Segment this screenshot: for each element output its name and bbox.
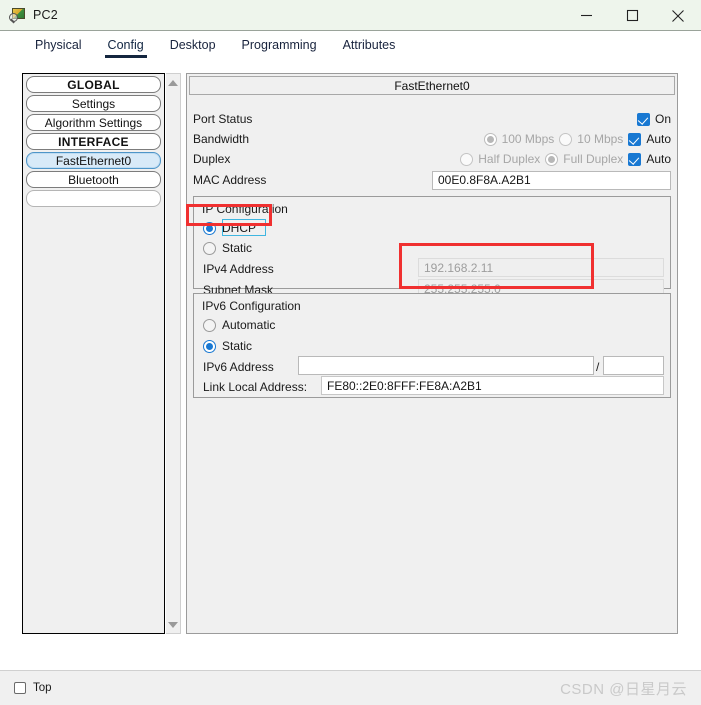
- port-status-row: Port Status On: [193, 109, 671, 129]
- tab-config[interactable]: Config: [95, 31, 157, 61]
- bandwidth-100mbps-option[interactable]: 100 Mbps: [483, 132, 555, 146]
- bandwidth-auto-checkbox[interactable]: [628, 132, 642, 146]
- mac-address-label: MAC Address: [193, 173, 267, 187]
- config-body: GLOBAL Settings Algorithm Settings INTER…: [0, 68, 701, 670]
- bandwidth-label: Bandwidth: [193, 132, 250, 146]
- bandwidth-10mbps-label: 10 Mbps: [577, 132, 624, 146]
- ip-configuration-title: IP Configuration: [202, 202, 288, 216]
- packet-tracer-device-window: PC2 Physical Config Desktop Programming …: [0, 0, 701, 705]
- duplex-auto-label: Auto: [646, 152, 671, 166]
- duplex-half-radio[interactable]: [460, 152, 474, 166]
- sidebar-item-global: GLOBAL: [26, 76, 161, 93]
- window-title: PC2: [33, 8, 58, 22]
- window-controls: [563, 0, 701, 31]
- ipv6-address-label: IPv6 Address: [203, 360, 274, 374]
- top-checkbox-label: Top: [33, 682, 52, 694]
- config-sidebar: GLOBAL Settings Algorithm Settings INTER…: [22, 73, 165, 634]
- bandwidth-10mbps-option[interactable]: 10 Mbps: [559, 132, 623, 146]
- mac-address-input[interactable]: 00E0.8F8A.A2B1: [432, 170, 671, 190]
- link-local-address-label: Link Local Address:: [203, 380, 308, 394]
- duplex-half-option[interactable]: Half Duplex: [460, 152, 540, 166]
- static-ip-option[interactable]: Static: [203, 241, 252, 255]
- tab-desktop[interactable]: Desktop: [157, 31, 229, 61]
- ipv6-automatic-radio[interactable]: [203, 318, 216, 332]
- dhcp-label: DHCP: [222, 221, 257, 235]
- bandwidth-100mbps-radio[interactable]: [483, 132, 497, 146]
- close-icon[interactable]: [655, 0, 701, 31]
- tab-physical[interactable]: Physical: [22, 31, 95, 61]
- maximize-icon[interactable]: [609, 0, 655, 31]
- duplex-full-label: Full Duplex: [563, 152, 624, 166]
- tab-bar: Physical Config Desktop Programming Attr…: [0, 31, 701, 68]
- sidebar-scrollbar[interactable]: [166, 73, 181, 634]
- top-checkbox-group[interactable]: Top: [14, 682, 52, 694]
- port-status-label: Port Status: [193, 112, 253, 126]
- bandwidth-100mbps-label: 100 Mbps: [501, 132, 555, 146]
- duplex-label: Duplex: [193, 152, 231, 166]
- watermark: CSDN @日星月云: [560, 680, 687, 698]
- bandwidth-controls: 100 Mbps 10 Mbps Auto: [483, 129, 671, 149]
- duplex-controls: Half Duplex Full Duplex Auto: [460, 149, 671, 169]
- sidebar-item-algorithm-settings[interactable]: Algorithm Settings: [26, 114, 161, 131]
- bandwidth-row: Bandwidth 100 Mbps 10 Mbps Auto: [193, 129, 671, 149]
- ipv6-address-input[interactable]: [298, 356, 594, 375]
- mac-address-row: MAC Address 00E0.8F8A.A2B1: [193, 169, 671, 191]
- ipv4-address-input[interactable]: 192.168.2.11: [418, 258, 664, 277]
- sidebar-item-bluetooth[interactable]: Bluetooth: [26, 171, 161, 188]
- port-status-controls: On: [636, 109, 671, 129]
- ipv6-automatic-option[interactable]: Automatic: [203, 318, 275, 332]
- ip-configuration-group: IP Configuration DHCP Static IPv4 Addres…: [193, 196, 671, 298]
- duplex-full-option[interactable]: Full Duplex: [545, 152, 623, 166]
- tab-programming[interactable]: Programming: [229, 31, 330, 61]
- ipv6-automatic-label: Automatic: [222, 318, 276, 332]
- ipv6-static-radio[interactable]: [203, 339, 216, 353]
- port-status-on-label: On: [654, 112, 671, 126]
- title-bar: PC2: [0, 0, 701, 31]
- scroll-down-arrow[interactable]: [166, 617, 179, 632]
- duplex-auto-checkbox[interactable]: [628, 152, 642, 166]
- ipv6-static-label: Static: [222, 339, 253, 353]
- duplex-half-label: Half Duplex: [478, 152, 541, 166]
- ipv6-configuration-title: IPv6 Configuration: [202, 299, 301, 313]
- bandwidth-auto-label: Auto: [646, 132, 671, 146]
- duplex-row: Duplex Half Duplex Full Duplex Auto: [193, 149, 671, 169]
- port-status-on-checkbox[interactable]: [636, 112, 650, 126]
- sidebar-item-fastethernet0[interactable]: FastEthernet0: [26, 152, 161, 169]
- interface-config-panel: FastEthernet0 Port Status On Bandwidth 1…: [186, 73, 678, 634]
- ipv6-static-option[interactable]: Static: [203, 339, 252, 353]
- bandwidth-10mbps-radio[interactable]: [559, 132, 573, 146]
- static-ip-radio[interactable]: [203, 241, 216, 255]
- bottom-bar: Top CSDN @日星月云: [0, 670, 701, 705]
- scroll-up-arrow[interactable]: [166, 75, 179, 90]
- sidebar-item-interface: INTERFACE: [26, 133, 161, 150]
- minimize-icon[interactable]: [563, 0, 609, 31]
- interface-settings-rows: Port Status On Bandwidth 100 Mbps 10 Mbp…: [187, 109, 677, 191]
- ipv6-prefix-separator: /: [596, 360, 600, 374]
- link-local-address-value: FE80::2E0:8FFF:FE8A:A2B1: [321, 376, 664, 395]
- top-checkbox[interactable]: [14, 682, 26, 694]
- tab-attributes[interactable]: Attributes: [330, 31, 409, 61]
- duplex-full-radio[interactable]: [545, 152, 559, 166]
- dhcp-option[interactable]: DHCP: [203, 221, 256, 235]
- sidebar-item-settings[interactable]: Settings: [26, 95, 161, 112]
- sidebar-item-empty: [26, 190, 161, 207]
- panel-title: FastEthernet0: [189, 76, 675, 95]
- ipv6-configuration-group: IPv6 Configuration Automatic Static IPv6…: [193, 293, 671, 398]
- dhcp-radio[interactable]: [203, 221, 216, 235]
- ipv6-prefix-input[interactable]: [603, 356, 664, 375]
- device-pc-icon: [9, 7, 26, 24]
- static-ip-label: Static: [222, 241, 253, 255]
- ipv4-address-label: IPv4 Address: [203, 262, 274, 276]
